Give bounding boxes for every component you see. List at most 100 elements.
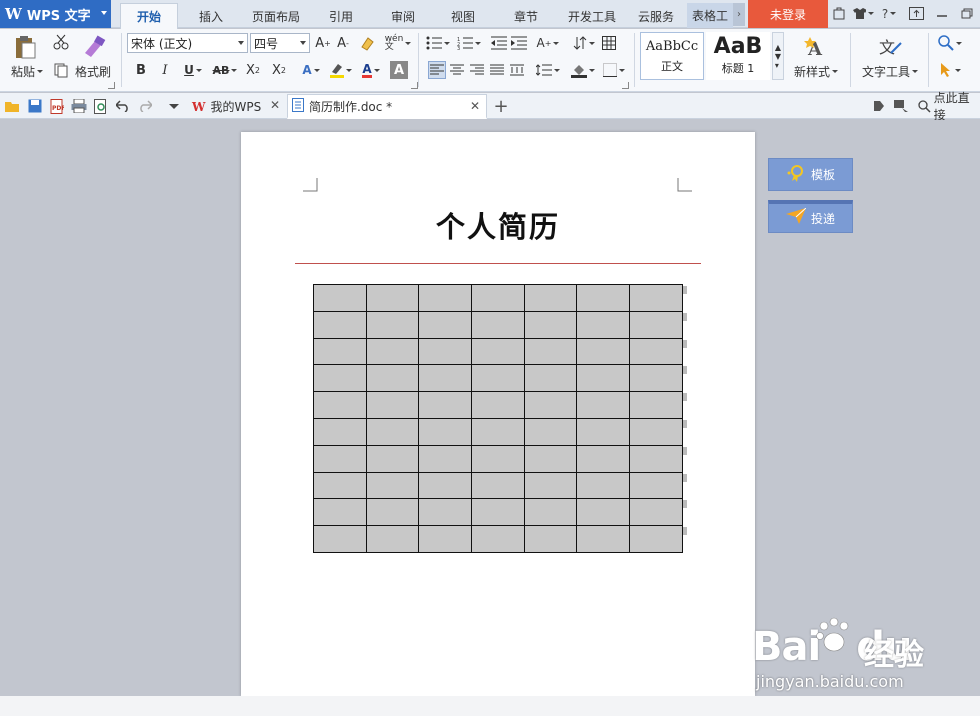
doc-tab-my-wps[interactable]: W 我的WPS ✕ [188,94,286,119]
table-cell[interactable] [576,444,631,473]
text-tools-button[interactable]: 文字工具 [858,63,922,79]
table-cell[interactable] [418,471,473,500]
decrease-indent-icon[interactable] [490,34,508,52]
table-cell[interactable] [365,525,420,553]
print-icon[interactable] [70,97,88,115]
table-cell[interactable] [418,498,473,527]
new-style-button[interactable]: 新样式 [790,63,842,79]
format-painter-button[interactable]: 格式刷 [72,63,114,79]
table-cell[interactable] [313,284,367,312]
increase-indent-icon[interactable] [510,34,528,52]
table-cell[interactable] [418,444,473,473]
table-cell[interactable] [523,471,578,500]
table-cell[interactable] [418,337,473,366]
resume-table[interactable] [313,284,683,553]
table-cell[interactable] [471,284,525,312]
bag-icon[interactable] [832,5,846,22]
undo-icon[interactable] [114,97,132,115]
sort-icon[interactable] [570,33,598,53]
table-cell[interactable] [576,391,631,419]
login-button[interactable]: 未登录 [748,0,828,28]
table-cell[interactable] [471,471,525,500]
doc-info-icon[interactable] [870,97,888,115]
table-cell[interactable] [629,337,683,366]
table-cell[interactable] [313,525,367,553]
row-resize-handle[interactable] [683,473,687,482]
row-resize-handle[interactable] [683,393,687,402]
row-resize-handle[interactable] [683,366,687,375]
export-pdf-icon[interactable]: PDF [48,97,66,115]
table-cell[interactable] [576,364,631,393]
table-cell[interactable] [523,337,578,366]
table-cell[interactable] [471,498,525,527]
table-cell[interactable] [576,337,631,366]
redo-icon[interactable] [136,97,154,115]
bold-icon[interactable]: B [132,61,150,79]
customize-toolbar-icon[interactable] [164,97,182,115]
table-cell[interactable] [365,337,420,366]
table-cell[interactable] [313,417,367,446]
font-name-select[interactable]: 宋体 (正文) [127,33,248,53]
tab-references[interactable]: 引用 [318,5,364,28]
table-cell[interactable] [629,284,683,312]
line-spacing-icon[interactable] [534,61,562,79]
char-scaling-icon[interactable]: A + [534,33,562,53]
table-cell[interactable] [471,525,525,553]
phonetic-guide-icon[interactable]: wén 文 [384,33,412,53]
document-page[interactable]: 个人简历 [241,132,755,696]
grow-font-icon[interactable]: A + [314,34,332,52]
row-resize-handle[interactable] [683,527,687,536]
row-resize-handle[interactable] [683,312,687,321]
table-cell[interactable] [313,444,367,473]
row-resize-handle[interactable] [683,500,687,509]
table-cell[interactable] [629,364,683,393]
tab-insert[interactable]: 插入 [186,5,236,28]
tab-view[interactable]: 视图 [440,5,486,28]
new-style-icon[interactable]: A [798,33,832,61]
table-cell[interactable] [523,391,578,419]
table-cell[interactable] [418,391,473,419]
template-button[interactable]: 模板 [768,158,853,191]
borders-icon[interactable] [600,61,628,79]
row-resize-handle[interactable] [683,286,687,294]
table-cell[interactable] [629,444,683,473]
row-resize-handle[interactable] [683,446,687,455]
table-cell[interactable] [523,310,578,339]
table-cell[interactable] [418,417,473,446]
tab-home[interactable]: 开始 [120,3,178,29]
table-cell[interactable] [629,498,683,527]
style-normal[interactable]: AaBbCc 正文 [640,32,704,80]
table-cell[interactable] [471,364,525,393]
shrink-font-icon[interactable]: A- [334,34,352,52]
distribute-icon[interactable] [508,61,526,79]
font-size-select[interactable]: 四号 [250,33,310,53]
table-cell[interactable] [365,364,420,393]
table-cell[interactable] [313,391,367,419]
table-cell[interactable] [471,337,525,366]
clipboard-launcher-icon[interactable] [108,82,115,89]
align-left-icon[interactable] [428,61,446,79]
table-cell[interactable] [523,444,578,473]
table-cell[interactable] [365,417,420,446]
justify-icon[interactable] [488,61,506,79]
format-painter-icon[interactable] [80,33,108,61]
table-cell[interactable] [629,525,683,553]
submit-button[interactable]: 投递 [768,200,853,233]
bullets-icon[interactable] [424,33,452,53]
font-color-icon[interactable]: A [358,61,384,79]
table-cell[interactable] [523,498,578,527]
copy-icon[interactable] [52,61,70,79]
find-replace-icon[interactable] [936,33,964,53]
paste-icon[interactable] [10,33,40,61]
app-menu-button[interactable]: W WPS 文字 [0,0,111,28]
table-cell[interactable] [418,364,473,393]
table-cell[interactable] [576,471,631,500]
clear-format-icon[interactable] [358,34,376,52]
table-cell[interactable] [365,471,420,500]
doc-tab-resume[interactable]: 简历制作.doc * ✕ [287,94,487,119]
table-cell[interactable] [629,471,683,500]
text-effect-icon[interactable]: A [298,61,324,79]
table-cell[interactable] [576,417,631,446]
table-cell[interactable] [576,310,631,339]
table-cell[interactable] [471,417,525,446]
